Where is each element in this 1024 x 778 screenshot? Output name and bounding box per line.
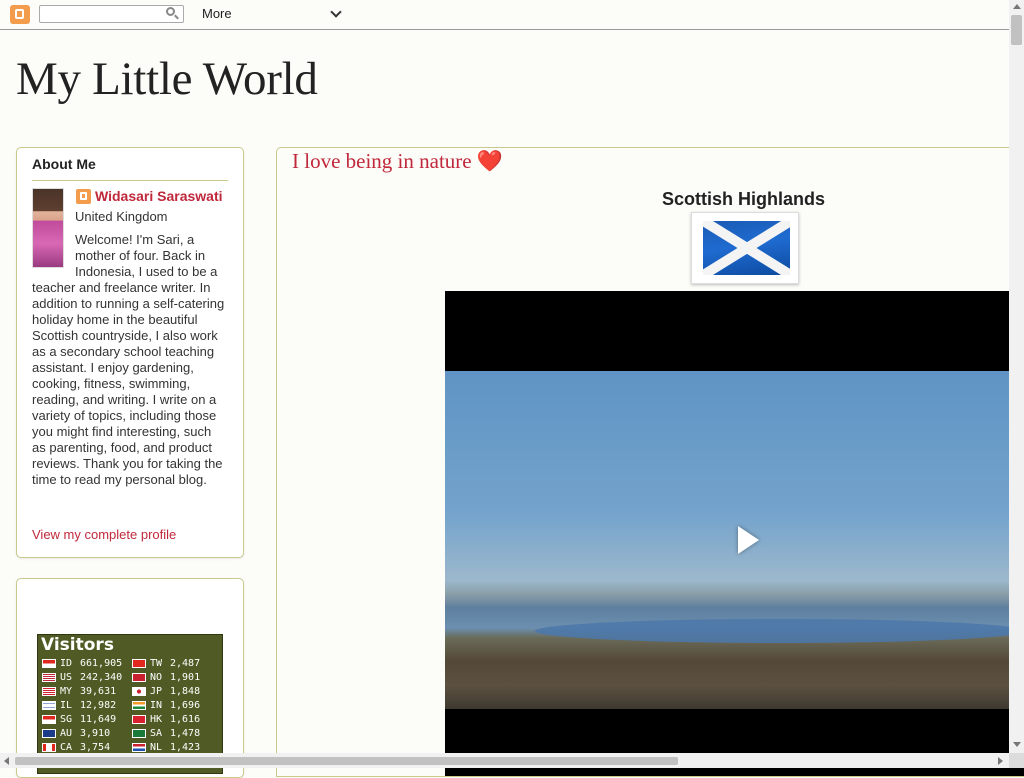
search-input[interactable] (39, 5, 184, 23)
about-bio: Welcome! I'm Sari, a mother of four. Bac… (32, 232, 228, 488)
visitor-count: 2,487 (170, 657, 201, 669)
flag-counter-row: HK 1,616 (132, 712, 222, 726)
country-code: US (60, 671, 73, 683)
scrollbar-corner (1009, 753, 1024, 768)
country-code: MY (60, 685, 73, 697)
horizontal-scroll-thumb[interactable] (15, 757, 678, 765)
country-flag-icon (132, 672, 146, 682)
country-code: SG (60, 713, 73, 725)
country-code: IL (60, 699, 73, 711)
country-flag-icon (132, 658, 146, 668)
country-code: IN (150, 699, 163, 711)
blogger-logo-icon[interactable] (10, 5, 30, 24)
scotland-flag-image[interactable] (691, 212, 799, 284)
country-flag-icon (42, 728, 56, 738)
visitor-count: 11,649 (80, 713, 117, 725)
country-flag-icon (132, 742, 146, 752)
visitors-widget: Visitors ID 661,905 US 242,340 MY 39,631 IL 12,… (16, 578, 244, 778)
visitor-count: 12,982 (80, 699, 117, 711)
country-flag-icon (132, 700, 146, 710)
blogger-profile-icon (76, 189, 91, 204)
country-flag-icon (42, 714, 56, 724)
flag-counter-row: IL 12,982 (42, 698, 132, 712)
country-code: NO (150, 671, 163, 683)
country-flag-icon (132, 686, 146, 696)
flag-counter-row: MY 39,631 (42, 684, 132, 698)
about-me-heading: About Me (32, 156, 96, 172)
video-player[interactable] (445, 291, 1024, 776)
country-flag-icon (42, 686, 56, 696)
scroll-up-icon[interactable] (1013, 4, 1021, 9)
heading-divider (32, 180, 228, 181)
post-title: I love being in nature ❤️️️️ (292, 149, 504, 173)
country-flag-icon (42, 658, 56, 668)
section-heading: Scottish Highlands (662, 189, 826, 209)
visitor-count: 1,901 (170, 671, 201, 683)
visitor-count: 1,423 (170, 741, 201, 753)
vertical-scroll-thumb[interactable] (1011, 15, 1022, 45)
blog-title[interactable]: My Little World (16, 52, 318, 106)
flag-counter-row: ID 661,905 (42, 656, 132, 670)
country-code: ID (60, 657, 73, 669)
visitor-count: 1,478 (170, 727, 201, 739)
flag-counter-column-right: TW 2,487 NO 1,901 JP 1,848 IN 1,696 HK 1,616 SA 1,4… (132, 656, 222, 754)
flag-counter-row: SA 1,478 (132, 726, 222, 740)
flag-counter-column-left: ID 661,905 US 242,340 MY 39,631 IL 12,982 SG 11,6… (42, 656, 132, 754)
blogger-navbar: More (0, 0, 1009, 30)
flag-counter-row: IN 1,696 (132, 698, 222, 712)
country-flag-icon (132, 714, 146, 724)
visitor-count: 39,631 (80, 685, 117, 697)
visitor-count: 3,910 (80, 727, 111, 739)
flag-counter-title: Visitors (41, 635, 114, 655)
chevron-down-icon (330, 6, 342, 18)
profile-name-link[interactable]: Widasari Saraswati (95, 188, 223, 204)
about-me-widget: About Me Widasari Saraswati United Kingd… (16, 147, 244, 558)
country-flag-icon (42, 700, 56, 710)
flag-counter-row: NO 1,901 (132, 670, 222, 684)
visitor-count: 661,905 (80, 657, 123, 669)
horizontal-scrollbar[interactable] (0, 753, 1009, 768)
profile-location: United Kingdom (75, 209, 168, 224)
more-menu-label: More (202, 6, 232, 21)
visitor-count: 242,340 (80, 671, 123, 683)
post-container: I love being in nature ❤️️️️ Scottish Hi… (276, 147, 1024, 777)
country-flag-icon (42, 672, 56, 682)
country-code: SA (150, 727, 163, 739)
search-icon[interactable] (166, 7, 175, 16)
scroll-right-icon[interactable] (998, 757, 1003, 765)
play-icon[interactable] (738, 526, 759, 554)
flag-counter-row: CA 3,754 (42, 740, 132, 754)
visitor-count: 3,754 (80, 741, 111, 753)
visitor-count: 1,696 (170, 699, 201, 711)
country-code: NL (150, 741, 163, 753)
flag-counter-row: TW 2,487 (132, 656, 222, 670)
country-code: JP (150, 685, 163, 697)
more-menu-dropdown[interactable]: More (202, 6, 342, 22)
visitor-count: 1,616 (170, 713, 201, 725)
scroll-down-icon[interactable] (1013, 742, 1021, 747)
scroll-left-icon[interactable] (4, 757, 9, 765)
country-code: TW (150, 657, 163, 669)
country-flag-icon (132, 728, 146, 738)
country-code: HK (150, 713, 163, 725)
country-code: CA (60, 741, 73, 753)
visitor-count: 1,848 (170, 685, 201, 697)
country-flag-icon (42, 742, 56, 752)
flag-counter-row: JP 1,848 (132, 684, 222, 698)
flag-counter-row: US 242,340 (42, 670, 132, 684)
country-code: AU (60, 727, 73, 739)
flag-counter-row: SG 11,649 (42, 712, 132, 726)
about-bio-text: Welcome! I'm Sari, a mother of four. Bac… (32, 232, 225, 487)
vertical-scrollbar[interactable] (1009, 0, 1024, 753)
flag-counter-row: AU 3,910 (42, 726, 132, 740)
scotland-flag-icon (703, 221, 790, 275)
flag-counter-row: NL 1,423 (132, 740, 222, 754)
view-profile-link[interactable]: View my complete profile (32, 527, 176, 542)
video-thumbnail (445, 371, 1024, 709)
